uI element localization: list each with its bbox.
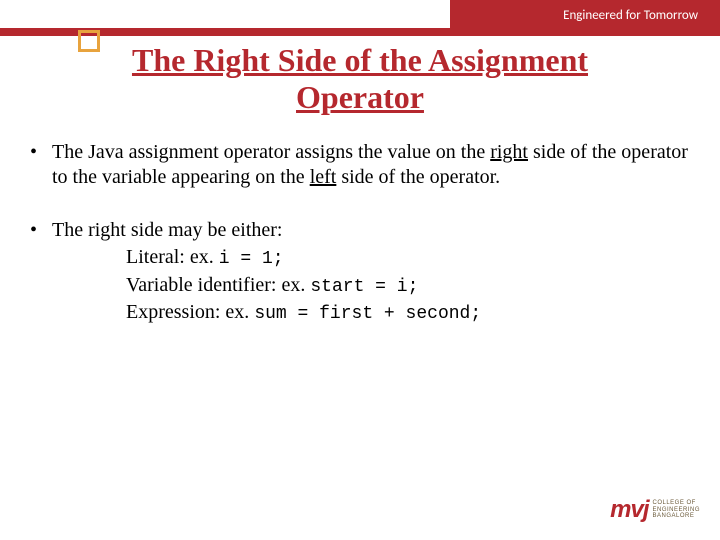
bullet-2: • The right side may be either: Literal:… (30, 218, 690, 328)
logo-text: COLLEGE OF ENGINEERING BANGALORE (652, 500, 700, 520)
logo-line1: COLLEGE OF (652, 500, 700, 507)
sub-item-literal: Literal: ex. i = 1; (126, 245, 690, 271)
logo-line2: ENGINEERING (652, 507, 700, 514)
sub-3-code: sum = first + second; (254, 304, 481, 324)
bullet-1-post: side of the operator. (336, 166, 500, 188)
bullet-mark: • (30, 140, 52, 190)
bullet-1: • The Java assignment operator assigns t… (30, 140, 690, 190)
sub-list: Literal: ex. i = 1; Variable identifier:… (126, 245, 690, 326)
sub-1-label: Literal: ex. (126, 246, 219, 268)
bullet-2-label: The right side may be either: (52, 219, 282, 241)
slide-title: The Right Side of the Assignment Operato… (0, 42, 720, 116)
bullet-2-text: The right side may be either: Literal: e… (52, 218, 690, 328)
bullet-1-underline-right: right (490, 141, 528, 163)
sub-1-code: i = 1; (219, 249, 284, 269)
logo-line3: BANGALORE (652, 513, 700, 520)
bullet-1-pre: The Java assignment operator assigns the… (52, 141, 490, 163)
sub-2-label: Variable identifier: ex. (126, 274, 310, 296)
slide-content: • The Java assignment operator assigns t… (30, 140, 690, 356)
logo-mark: mvj (610, 496, 648, 524)
sub-2-code: start = i; (310, 277, 418, 297)
sub-item-expression: Expression: ex. sum = first + second; (126, 300, 690, 326)
bullet-mark: • (30, 218, 52, 328)
college-logo: mvj COLLEGE OF ENGINEERING BANGALORE (610, 496, 700, 524)
bullet-1-text: The Java assignment operator assigns the… (52, 140, 690, 190)
accent-square-icon (78, 30, 100, 52)
logo-mark-text: mvj (610, 496, 648, 523)
sub-item-variable: Variable identifier: ex. start = i; (126, 273, 690, 299)
bullet-1-underline-left: left (310, 166, 337, 188)
header-tagline: Engineered for Tomorrow (563, 8, 698, 23)
sub-3-label: Expression: ex. (126, 301, 254, 323)
